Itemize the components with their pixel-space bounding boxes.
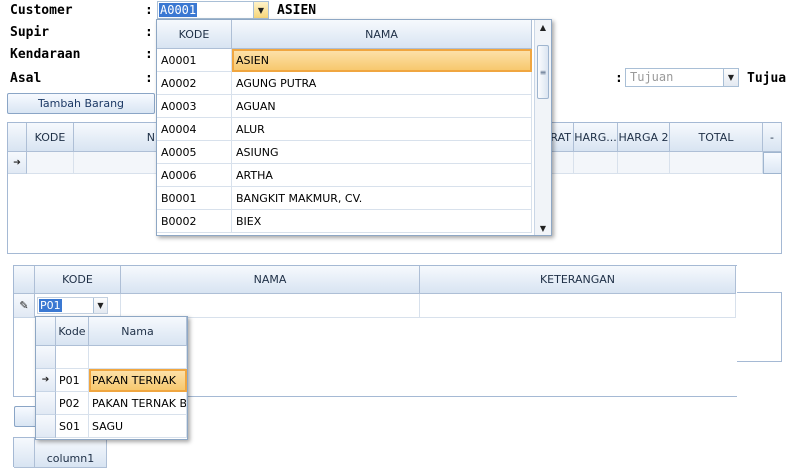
dropdown-row-nama[interactable]: ASIUNG <box>232 141 532 164</box>
dropdown-header-nama[interactable]: Nama <box>89 317 187 346</box>
dropdown-row-kode[interactable]: S01 <box>56 415 89 438</box>
supir-label: Supir <box>10 25 50 40</box>
customer-combo[interactable]: A0001 ▼ <box>157 1 269 19</box>
new-row-harga-cell[interactable] <box>574 152 618 174</box>
dropdown-row-kode[interactable]: P01 <box>56 369 89 392</box>
column-header-total[interactable]: TOTAL <box>670 123 763 152</box>
row-header-corner <box>8 123 27 152</box>
dropdown-scrollbar[interactable]: ▲ ≡ ▼ <box>534 20 551 235</box>
row-indicator <box>36 392 56 415</box>
customer-dropdown[interactable]: KODE NAMA A0001 ASIEN A0002 AGUNG PUTRA A000… <box>156 19 552 236</box>
row-indicator <box>36 415 56 438</box>
asal-label: Asal <box>10 71 42 86</box>
colon: : <box>615 71 623 86</box>
column-header-kode[interactable]: KODE <box>35 266 121 294</box>
tujuan-label: Tujua <box>747 71 787 86</box>
new-row-total-cell[interactable] <box>670 152 763 174</box>
column-header-harga-2[interactable]: HARGA 2 <box>618 123 670 152</box>
kendaraan-label: Kendaraan <box>10 47 81 62</box>
column-header-nama[interactable]: N <box>74 123 158 152</box>
dropdown-row-nama[interactable]: AGUNG PUTRA <box>232 72 532 95</box>
scroll-up-icon[interactable]: ▲ <box>535 20 551 34</box>
column-header-harga[interactable]: HARG... <box>574 123 618 152</box>
row-indicator <box>36 346 56 369</box>
customer-name: ASIEN <box>277 3 317 18</box>
column-header-kode[interactable]: KODE <box>27 123 74 152</box>
dropdown-row-kode[interactable]: B0001 <box>157 187 232 210</box>
customer-code-text[interactable]: A0001 <box>159 3 198 17</box>
chevron-down-icon[interactable]: ▼ <box>723 69 738 86</box>
dropdown-row-kode[interactable]: B0002 <box>157 210 232 233</box>
nama-edit-cell[interactable] <box>121 294 420 318</box>
kode-edit-cell[interactable]: P01 ▼ <box>35 294 121 318</box>
dropdown-row-nama[interactable]: PAKAN TERNAK B <box>89 392 187 415</box>
edit-row-indicator: ✎ <box>14 294 35 318</box>
row-header-corner <box>14 438 35 468</box>
dropdown-row-nama[interactable]: BANGKIT MAKMUR, CV. <box>232 187 532 210</box>
dropdown-row-kode[interactable]: A0004 <box>157 118 232 141</box>
dropdown-row-nama[interactable]: SAGU <box>89 415 187 438</box>
kode-edit-value[interactable]: P01 <box>39 299 62 312</box>
current-row-indicator: ➔ <box>36 369 56 392</box>
dropdown-row-kode[interactable] <box>56 346 89 369</box>
dropdown-header-kode[interactable]: Kode <box>56 317 89 346</box>
dropdown-row-nama[interactable]: ASIEN <box>232 49 532 72</box>
customer-label: Customer <box>10 3 73 18</box>
dropdown-row-nama[interactable]: AGUAN <box>232 95 532 118</box>
dropdown-row-nama[interactable]: PAKAN TERNAK <box>89 369 187 392</box>
barang-dropdown[interactable]: Kode Nama ➔ P01 PAKAN TERNAK P02 PAKAN TERNA… <box>35 316 188 440</box>
colon: : <box>145 25 153 40</box>
keterangan-edit-cell[interactable] <box>420 294 736 318</box>
tambah-barang-button[interactable]: Tambah Barang <box>7 93 155 114</box>
dropdown-row-kode[interactable]: A0003 <box>157 95 232 118</box>
column-header-column1[interactable]: column1 <box>35 438 107 468</box>
dropdown-row-kode[interactable]: A0002 <box>157 72 232 95</box>
kode-combo[interactable]: P01 ▼ <box>37 297 108 314</box>
dropdown-row-kode[interactable]: P02 <box>56 392 89 415</box>
colon: : <box>145 71 153 86</box>
row-header-corner <box>36 317 56 346</box>
tujuan-placeholder: Tujuan <box>630 70 674 84</box>
dropdown-row-nama[interactable]: ARTHA <box>232 164 532 187</box>
dropdown-row-nama[interactable]: ALUR <box>232 118 532 141</box>
dropdown-header-kode[interactable]: KODE <box>157 20 232 49</box>
tujuan-combo[interactable]: Tujuan ▼ <box>625 68 739 87</box>
column-header-delete[interactable]: - <box>763 123 782 152</box>
scroll-thumb[interactable]: ≡ <box>537 45 549 99</box>
chevron-down-icon[interactable]: ▼ <box>93 298 107 313</box>
dropdown-row-nama[interactable]: BIEX <box>232 210 532 233</box>
column-header-nama[interactable]: NAMA <box>121 266 420 294</box>
dropdown-row-kode[interactable]: A0001 <box>157 49 232 72</box>
chevron-down-icon[interactable]: ▼ <box>253 2 268 18</box>
dropdown-row-kode[interactable]: A0005 <box>157 141 232 164</box>
new-row-kode-cell[interactable] <box>27 152 74 174</box>
dropdown-header-nama[interactable]: NAMA <box>232 20 532 49</box>
column-header-keterangan[interactable]: KETERANGAN <box>420 266 736 294</box>
colon: : <box>145 3 153 18</box>
delete-row-button[interactable] <box>763 152 782 174</box>
grid-frame <box>737 292 782 362</box>
scroll-down-icon[interactable]: ▼ <box>535 221 551 235</box>
new-row-harga2-cell[interactable] <box>618 152 670 174</box>
dropdown-row-nama[interactable] <box>89 346 187 369</box>
new-row-indicator: ➔ <box>8 152 27 174</box>
bottom-grid[interactable]: column1 <box>13 437 107 468</box>
dropdown-row-kode[interactable]: A0006 <box>157 164 232 187</box>
colon: : <box>145 47 153 62</box>
row-header-corner <box>14 266 35 294</box>
